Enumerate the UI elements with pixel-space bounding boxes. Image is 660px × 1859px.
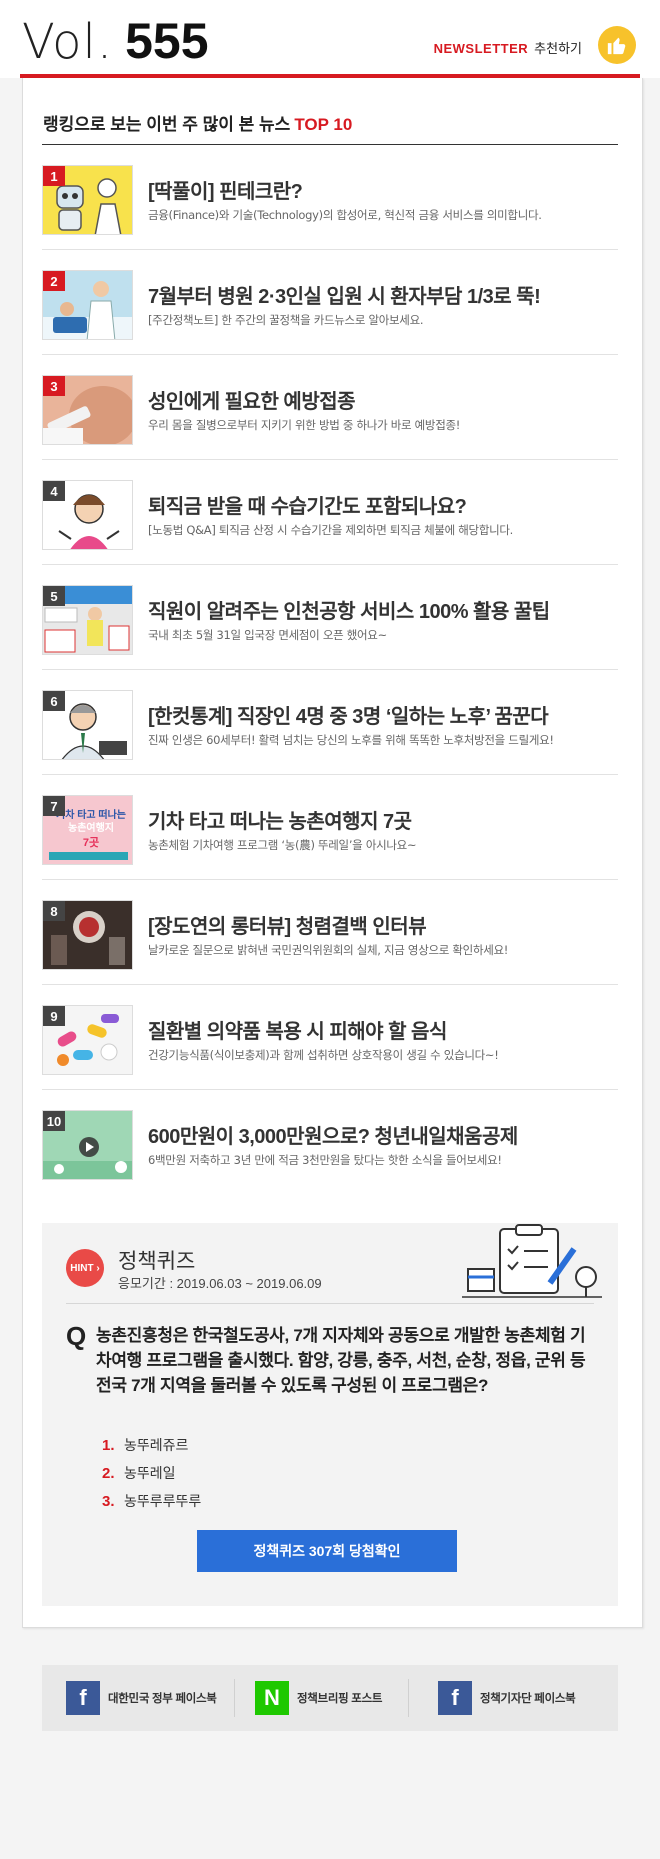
rank-badge: 7	[43, 796, 65, 816]
quiz-question: 농촌진흥청은 한국철도공사, 7개 지자체와 공동으로 개발한 농촌체험 기차여…	[96, 1326, 586, 1395]
news-title[interactable]: 질환별 의약품 복용 시 피해야 할 음식	[148, 1015, 447, 1044]
thumbnail-text-line-1: 기차 타고 떠나는	[56, 808, 126, 821]
option-label: 농뚜루루뚜루	[124, 1493, 202, 1509]
news-thumbnail-3[interactable]: 3	[42, 375, 133, 445]
news-description: 국내 최초 5월 31일 입국장 면세점이 오픈 했어요~	[148, 628, 387, 642]
hint-badge[interactable]: HINT ›	[66, 1249, 104, 1287]
news-description: 건강기능식품(식이보충제)과 함께 섭취하면 상호작용이 생길 수 있습니다~!	[148, 1048, 499, 1062]
thumbnail-text-line-3: 7곳	[83, 836, 99, 849]
policy-quiz: HINT › 정책퀴즈 응모기간 : 2019.06.03 ~ 2019.06.…	[42, 1223, 618, 1606]
thumbnail-text-line-2: 농촌여행지	[68, 821, 114, 834]
news-title[interactable]: [딱풀이] 핀테크란?	[148, 175, 303, 204]
news-title[interactable]: [장도연의 롱터뷰] 청렴결백 인터뷰	[148, 910, 427, 939]
rank-badge: 6	[43, 691, 65, 711]
quiz-period: 응모기간 : 2019.06.03 ~ 2019.06.09	[118, 1276, 322, 1291]
news-thumbnail-10[interactable]: 10	[42, 1110, 133, 1180]
news-description: 진짜 인생은 60세부터! 활력 넘치는 당신의 노후를 위해 똑똑한 노후처방…	[148, 733, 554, 747]
ranking-title-text: 랭킹으로 보는 이번 주 많이 본 뉴스	[43, 115, 291, 134]
volume-title: Vol. 555	[22, 12, 209, 72]
footer-links: f 대한민국 정부 페이스북 N 정책브리핑 포스트 f 정책기자단 페이스북	[42, 1665, 618, 1731]
clipboard-illustration-icon	[462, 1224, 602, 1298]
news-title[interactable]: 성인에게 필요한 예방접종	[148, 385, 356, 414]
newsletter-label: NEWSLETTER	[433, 41, 529, 56]
facebook-icon: f	[66, 1681, 100, 1715]
news-description: 6백만원 저축하고 3년 만에 적금 3천만원을 탔다는 핫한 소식을 들어보세…	[148, 1153, 502, 1167]
ranking-title: 랭킹으로 보는 이번 주 많이 본 뉴스 TOP 10	[43, 110, 352, 135]
news-title[interactable]: 직원이 알려주는 인천공항 서비스 100% 활용 꿀팁	[148, 595, 550, 624]
news-title[interactable]: 기차 타고 떠나는 농촌여행지 7곳	[148, 805, 412, 834]
news-item-9[interactable]: 9 질환별 의약품 복용 시 피해야 할 음식 건강기능식품(식이보충제)과 함…	[42, 985, 618, 1090]
option-label: 농뚜레일	[124, 1465, 176, 1481]
news-description: 우리 몸을 질병으로부터 지키기 위한 방법 중 하나가 바로 예방접종!	[148, 418, 461, 432]
quiz-option-1[interactable]: 1. 농뚜레쥬르	[102, 1431, 201, 1459]
facebook-icon: f	[438, 1681, 472, 1715]
news-item-4[interactable]: 4 퇴직금 받을 때 수습기간도 포함되나요? [노동법 Q&A] 퇴직금 산정…	[42, 460, 618, 565]
news-item-8[interactable]: 8 [장도연의 롱터뷰] 청렴결백 인터뷰 날카로운 질문으로 밝혀낸 국민권익…	[42, 880, 618, 985]
footer-link-label: 정책브리핑 포스트	[297, 1693, 383, 1705]
rank-badge: 4	[43, 481, 65, 501]
footer-link-reporter-facebook[interactable]: f 정책기자단 페이스북	[438, 1665, 576, 1731]
newsletter-recommend-text[interactable]: NEWSLETTER 추천하기	[434, 38, 582, 57]
news-item-6[interactable]: 6 [한컷통계] 직장인 4명 중 3명 ‘일하는 노후’ 꿈꾼다 진짜 인생은…	[42, 670, 618, 775]
rank-badge: 10	[43, 1111, 65, 1131]
main-card: 랭킹으로 보는 이번 주 많이 본 뉴스 TOP 10 1 [딱풀이] 핀테크란?…	[22, 78, 643, 1628]
rank-badge: 8	[43, 901, 65, 921]
news-thumbnail-8[interactable]: 8	[42, 900, 133, 970]
thumbs-up-icon[interactable]	[598, 26, 636, 64]
news-description: [노동법 Q&A] 퇴직금 산정 시 수습기간을 제외하면 퇴직금 체불에 해당…	[148, 523, 514, 537]
footer-divider	[408, 1679, 409, 1717]
news-thumbnail-9[interactable]: 9	[42, 1005, 133, 1075]
rank-badge: 5	[43, 586, 65, 606]
news-thumbnail-7[interactable]: 기차 타고 떠나는 농촌여행지 7곳 7	[42, 795, 133, 865]
vol-label: Vol.	[22, 14, 114, 70]
recommend-label: 추천하기	[534, 41, 582, 56]
rank-badge: 1	[43, 166, 65, 186]
footer-link-gov-facebook[interactable]: f 대한민국 정부 페이스북	[66, 1665, 217, 1731]
news-item-10[interactable]: 10 600만원이 3,000만원으로? 청년내일채움공제 6백만원 저축하고 …	[42, 1090, 618, 1195]
quiz-divider	[66, 1303, 594, 1304]
news-title[interactable]: 퇴직금 받을 때 수습기간도 포함되나요?	[148, 490, 467, 519]
option-number: 2.	[102, 1464, 115, 1482]
footer-divider	[234, 1679, 235, 1717]
quiz-option-2[interactable]: 2. 농뚜레일	[102, 1459, 201, 1487]
news-thumbnail-1[interactable]: 1	[42, 165, 133, 235]
rank-badge: 9	[43, 1006, 65, 1026]
news-description: 금융(Finance)와 기술(Technology)의 합성어로, 혁신적 금…	[148, 208, 542, 222]
newsletter-header: Vol. 555 NEWSLETTER 추천하기	[0, 0, 660, 78]
quiz-option-3[interactable]: 3. 농뚜루루뚜루	[102, 1487, 201, 1515]
news-title[interactable]: 7월부터 병원 2·3인실 입원 시 환자부담 1/3로 뚝!	[148, 280, 541, 309]
news-thumbnail-5[interactable]: 5	[42, 585, 133, 655]
news-description: [주간정책노트] 한 주간의 꿀정책을 카드뉴스로 알아보세요.	[148, 313, 424, 327]
quiz-winner-check-button[interactable]: 정책퀴즈 307회 당첨확인	[197, 1530, 457, 1572]
quiz-options: 1. 농뚜레쥬르 2. 농뚜레일 3. 농뚜루루뚜루	[102, 1431, 201, 1515]
option-number: 3.	[102, 1492, 115, 1510]
question-mark-q: Q	[66, 1321, 87, 1351]
news-thumbnail-4[interactable]: 4	[42, 480, 133, 550]
top10-label: TOP 10	[294, 115, 353, 134]
news-item-5[interactable]: 5 직원이 알려주는 인천공항 서비스 100% 활용 꿀팁 국내 최초 5월 …	[42, 565, 618, 670]
news-title[interactable]: 600만원이 3,000만원으로? 청년내일채움공제	[148, 1120, 518, 1149]
footer-link-label: 정책기자단 페이스북	[480, 1693, 576, 1705]
news-thumbnail-6[interactable]: 6	[42, 690, 133, 760]
news-item-1[interactable]: 1 [딱풀이] 핀테크란? 금융(Finance)와 기술(Technology…	[42, 145, 618, 250]
news-description: 농촌체험 기차여행 프로그램 ‘농(農) 뚜레일’을 아시나요~	[148, 838, 417, 852]
footer-link-naver-post[interactable]: N 정책브리핑 포스트	[255, 1665, 382, 1731]
news-thumbnail-2[interactable]: 2	[42, 270, 133, 340]
news-item-3[interactable]: 3 성인에게 필요한 예방접종 우리 몸을 질병으로부터 지키기 위한 방법 중…	[42, 355, 618, 460]
news-item-7[interactable]: 기차 타고 떠나는 농촌여행지 7곳 7 기차 타고 떠나는 농촌여행지 7곳 …	[42, 775, 618, 880]
quiz-title: 정책퀴즈	[118, 1249, 196, 1273]
news-item-2[interactable]: 2 7월부터 병원 2·3인실 입원 시 환자부담 1/3로 뚝! [주간정책노…	[42, 250, 618, 355]
rank-badge: 2	[43, 271, 65, 291]
option-label: 농뚜레쥬르	[124, 1437, 189, 1453]
rank-badge: 3	[43, 376, 65, 396]
vol-number: 555	[125, 13, 209, 69]
option-number: 1.	[102, 1436, 115, 1454]
naver-post-icon: N	[255, 1681, 289, 1715]
news-title[interactable]: [한컷통계] 직장인 4명 중 3명 ‘일하는 노후’ 꿈꾼다	[148, 700, 549, 729]
footer-link-label: 대한민국 정부 페이스북	[108, 1693, 217, 1705]
news-description: 날카로운 질문으로 밝혀낸 국민권익위원회의 실체, 지금 영상으로 확인하세요…	[148, 943, 509, 957]
